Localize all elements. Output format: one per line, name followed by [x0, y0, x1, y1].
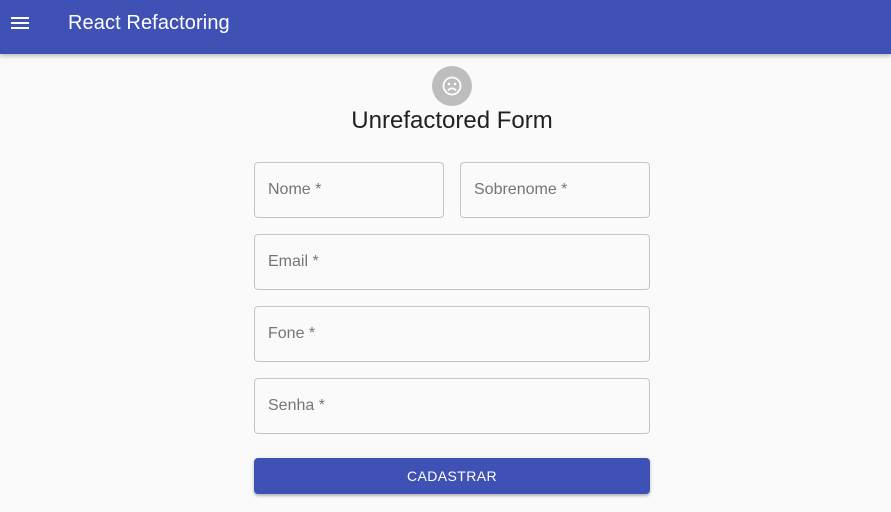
app-bar: React Refactoring: [0, 0, 891, 54]
sad-face-icon: [442, 76, 462, 96]
sobrenome-field[interactable]: [460, 162, 650, 218]
avatar: [432, 66, 472, 106]
app-title: React Refactoring: [68, 12, 230, 34]
menu-button[interactable]: [8, 11, 32, 35]
nome-field[interactable]: [254, 162, 444, 218]
email-field[interactable]: [254, 234, 650, 290]
form-title: Unrefactored Form: [351, 107, 553, 134]
fone-field[interactable]: [254, 306, 650, 362]
menu-icon: [11, 17, 29, 29]
cadastrar-button[interactable]: CADASTRAR: [254, 458, 650, 494]
senha-field[interactable]: [254, 378, 650, 434]
